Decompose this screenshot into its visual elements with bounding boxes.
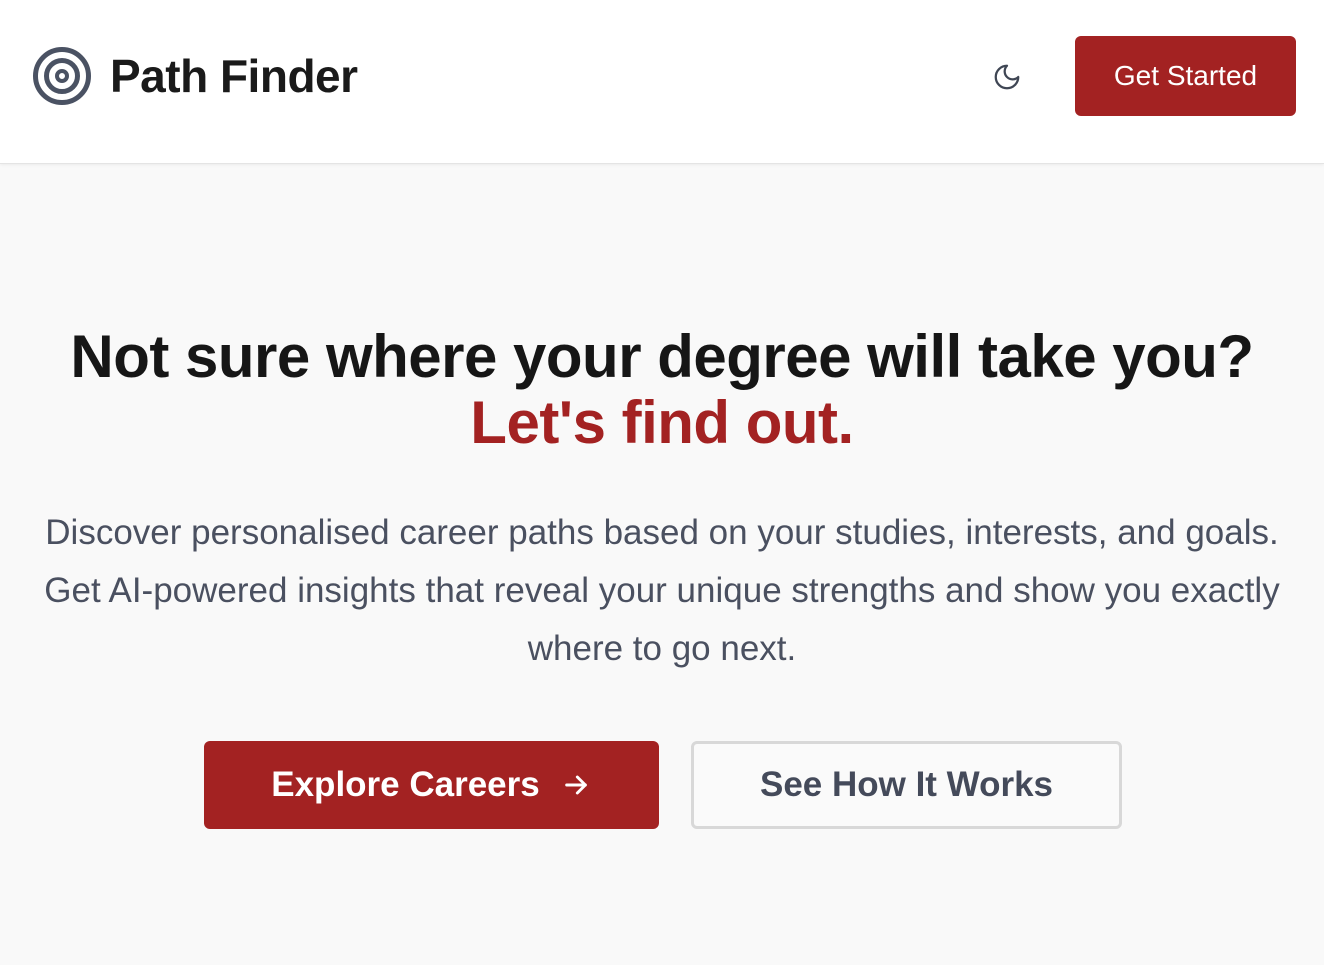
- explore-careers-button[interactable]: Explore Careers: [204, 741, 659, 829]
- hero-cta-group: Explore Careers See How It Works: [0, 741, 1324, 829]
- moon-icon: [994, 64, 1020, 90]
- landing-page: Path Finder Get Started Not sure where y…: [0, 0, 1324, 965]
- theme-toggle-button[interactable]: [984, 54, 1030, 100]
- see-how-it-works-button[interactable]: See How It Works: [691, 741, 1122, 829]
- top-navbar: Path Finder Get Started: [0, 0, 1324, 164]
- hero-headline: Not sure where your degree will take you…: [0, 324, 1324, 456]
- hero-description: Discover personalised career paths based…: [44, 513, 1280, 668]
- brand-logo-link[interactable]: Path Finder: [32, 46, 358, 106]
- get-started-button[interactable]: Get Started: [1075, 36, 1296, 116]
- arrow-right-icon: [560, 769, 592, 801]
- hero-headline-main: Not sure where your degree will take you…: [70, 323, 1254, 390]
- brand-name: Path Finder: [110, 50, 358, 102]
- explore-careers-label: Explore Careers: [271, 765, 540, 804]
- hero-headline-accent: Let's find out.: [470, 389, 854, 456]
- target-icon: [33, 47, 91, 105]
